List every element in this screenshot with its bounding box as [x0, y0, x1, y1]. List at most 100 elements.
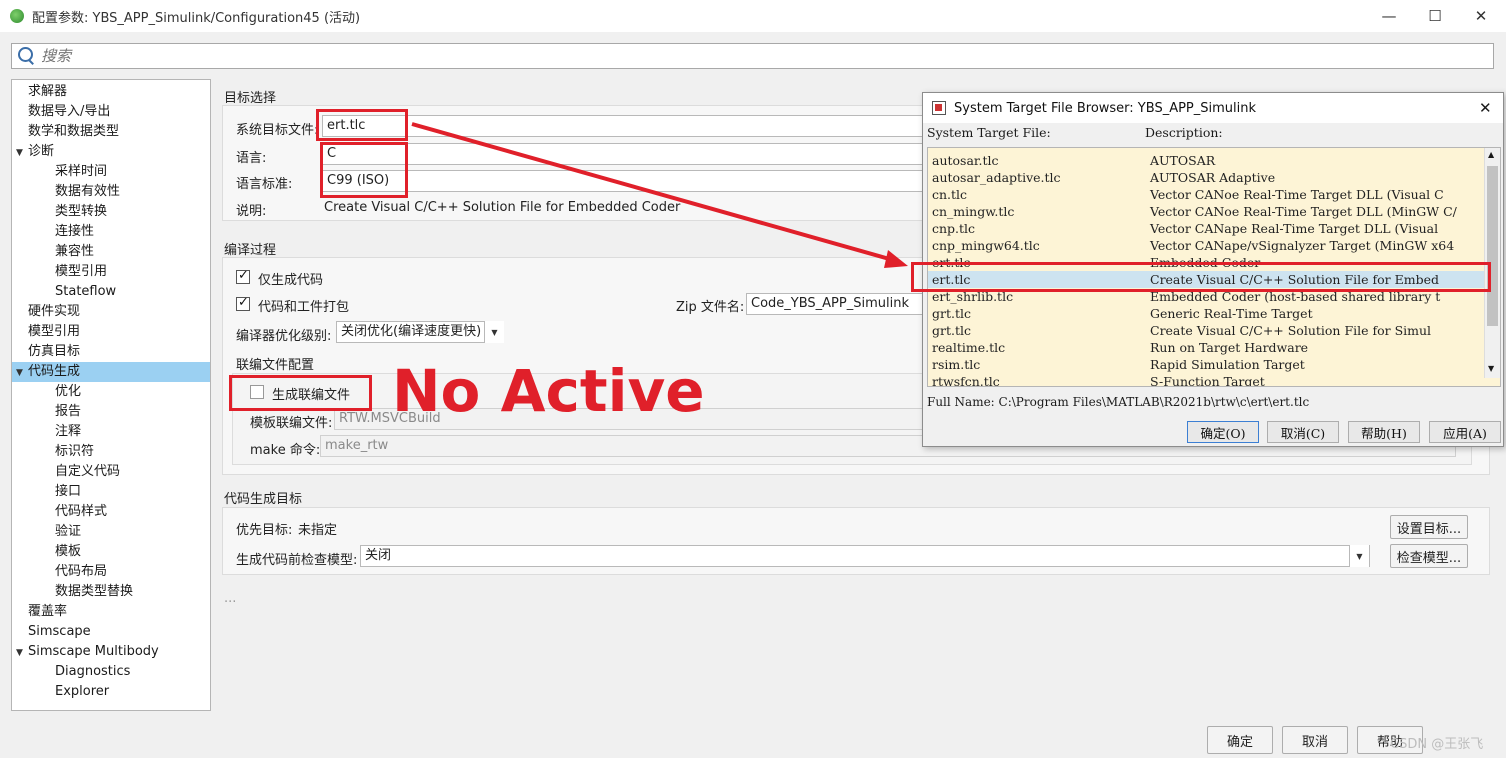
package-code-checkbox[interactable]: [236, 295, 250, 311]
tree-item[interactable]: 数学和数据类型: [12, 122, 210, 142]
expand-arrow-icon[interactable]: ▼: [16, 363, 28, 383]
expand-arrow-icon[interactable]: ▼: [16, 143, 28, 163]
tree-item[interactable]: 覆盖率: [12, 602, 210, 622]
expand-arrow-icon[interactable]: ▼: [16, 643, 28, 663]
list-item[interactable]: realtime.tlc Run on Target Hardware: [928, 339, 1486, 356]
tree-item-label: Explorer: [55, 684, 110, 699]
tree-item[interactable]: 连接性: [12, 222, 210, 242]
tree-item[interactable]: 数据导入/导出: [12, 102, 210, 122]
tree-item[interactable]: 自定义代码: [12, 462, 210, 482]
tree-item[interactable]: Explorer: [12, 682, 210, 702]
dialog-ok-button[interactable]: 确定(O): [1187, 421, 1259, 443]
list-item[interactable]: rsim.tlc Rapid Simulation Target: [928, 356, 1486, 373]
tree-item[interactable]: ▼ 代码生成: [12, 362, 210, 382]
tree-item[interactable]: 采样时间: [12, 162, 210, 182]
title-bar: 配置参数: YBS_APP_Simulink/Configuration45 (…: [0, 0, 1506, 32]
zip-file-field[interactable]: Code_YBS_APP_Simulink: [746, 293, 926, 315]
language-standard-field[interactable]: C99 (ISO): [322, 170, 926, 192]
tree-item[interactable]: 报告: [12, 402, 210, 422]
list-item[interactable]: cn.tlc Vector CANoe Real-Time Target DLL …: [928, 186, 1486, 203]
tree-item-label: 数学和数据类型: [28, 124, 120, 139]
description-label: 说明:: [236, 204, 267, 219]
tree-item-label: 报告: [55, 404, 82, 419]
more-ellipsis: ...: [224, 591, 237, 606]
tree-item[interactable]: 验证: [12, 522, 210, 542]
tree-item[interactable]: 模板: [12, 542, 210, 562]
list-item[interactable]: autosar.tlc AUTOSAR: [928, 152, 1486, 169]
tree-item-label: 模型引用: [28, 324, 81, 339]
list-item[interactable]: cnp.tlc Vector CANape Real-Time Target DL…: [928, 220, 1486, 237]
tree-item[interactable]: Simscape: [12, 622, 210, 642]
chevron-down-icon[interactable]: ▼: [484, 321, 504, 343]
chevron-down-icon[interactable]: ▼: [1349, 545, 1369, 567]
tree-item[interactable]: 接口: [12, 482, 210, 502]
tree-item[interactable]: 数据有效性: [12, 182, 210, 202]
tree-item-label: 仿真目标: [28, 344, 81, 359]
target-file-name: realtime.tlc: [932, 340, 1006, 355]
tree-item[interactable]: 注释: [12, 422, 210, 442]
list-item[interactable]: rtwsfcn.tlc S-Function Target: [928, 373, 1486, 386]
search-input[interactable]: [41, 47, 1441, 65]
dialog-cancel-button[interactable]: 取消(C): [1267, 421, 1339, 443]
check-model-select[interactable]: 关闭: [360, 545, 1370, 567]
annotation-box-makefile: [229, 375, 372, 411]
no-active-annotation: No Active: [392, 357, 705, 425]
tree-item[interactable]: 优化: [12, 382, 210, 402]
target-file-name: autosar.tlc: [932, 153, 999, 168]
tree-item[interactable]: 求解器: [12, 82, 210, 102]
tree-item-label: 连接性: [55, 224, 95, 239]
list-item[interactable]: cnp_mingw64.tlc Vector CANape/vSignalyzer…: [928, 237, 1486, 254]
generate-code-only-checkbox[interactable]: [236, 268, 250, 284]
list-item[interactable]: cn_mingw.tlc Vector CANoe Real-Time Targe…: [928, 203, 1486, 220]
cg-target-section-title: 代码生成目标: [224, 492, 303, 507]
set-objectives-button[interactable]: 设置目标...: [1390, 515, 1468, 539]
tree-item[interactable]: ▼ 诊断: [12, 142, 210, 162]
tree-item[interactable]: 仿真目标: [12, 342, 210, 362]
tree-item[interactable]: 数据类型替换: [12, 582, 210, 602]
tree-item[interactable]: Diagnostics: [12, 662, 210, 682]
list-item[interactable]: grt.tlc Generic Real-Time Target: [928, 305, 1486, 322]
tree-item[interactable]: 标识符: [12, 442, 210, 462]
ok-button[interactable]: 确定: [1207, 726, 1273, 754]
tree-item[interactable]: Stateflow: [12, 282, 210, 302]
minimize-button[interactable]: —: [1366, 0, 1412, 32]
stf-field[interactable]: ert.tlc: [322, 115, 926, 137]
check-model-button[interactable]: 检查模型...: [1390, 544, 1468, 568]
tree-item[interactable]: ▼ Simscape Multibody: [12, 642, 210, 662]
tree-item-label: Stateflow: [55, 284, 117, 299]
tree-item[interactable]: 模型引用: [12, 262, 210, 282]
tree-item-label: 兼容性: [55, 244, 95, 259]
target-file-name: cnp_mingw64.tlc: [932, 238, 1040, 253]
scroll-down-icon[interactable]: ▼: [1488, 364, 1494, 373]
target-file-description: Rapid Simulation Target: [1150, 357, 1305, 372]
scrollbar-thumb[interactable]: [1487, 166, 1498, 326]
compiler-opt-select[interactable]: 关闭优化(编译速度更快): [336, 321, 504, 343]
makefile-config-title: 联编文件配置: [236, 358, 315, 373]
dialog-close-button[interactable]: ✕: [1479, 99, 1492, 117]
tree-item-label: 数据有效性: [55, 184, 121, 199]
list-item[interactable]: autosar_adaptive.tlc AUTOSAR Adaptive: [928, 169, 1486, 186]
tree-item[interactable]: 模型引用: [12, 322, 210, 342]
list-item[interactable]: grt.tlc Create Visual C/C++ Solution File…: [928, 322, 1486, 339]
description-value: Create Visual C/C++ Solution File for Em…: [324, 200, 681, 215]
language-field[interactable]: C: [322, 143, 926, 165]
scroll-up-icon[interactable]: ▲: [1488, 150, 1494, 159]
tree-item[interactable]: 硬件实现: [12, 302, 210, 322]
category-tree: 求解器 数据导入/导出数学和数据类型 ▼ 诊断 采样时间数据有效性类型转换连接性兼容性模…: [11, 79, 211, 711]
dialog-apply-button[interactable]: 应用(A): [1429, 421, 1501, 443]
tree-item[interactable]: 兼容性: [12, 242, 210, 262]
tree-item[interactable]: 代码样式: [12, 502, 210, 522]
language-standard-label: 语言标准:: [236, 177, 293, 192]
dialog-title-bar: System Target File Browser: YBS_APP_Simu…: [923, 93, 1503, 123]
tree-item-label: Diagnostics: [55, 664, 131, 679]
target-file-description: AUTOSAR Adaptive: [1150, 170, 1276, 185]
tree-item[interactable]: 代码布局: [12, 562, 210, 582]
column-header-description: Description:: [1145, 125, 1223, 140]
dialog-help-button[interactable]: 帮助(H): [1348, 421, 1420, 443]
tree-item[interactable]: 类型转换: [12, 202, 210, 222]
close-button[interactable]: ✕: [1458, 0, 1504, 32]
maximize-button[interactable]: ☐: [1412, 0, 1458, 32]
cancel-button[interactable]: 取消: [1282, 726, 1348, 754]
zip-file-label: Zip 文件名:: [676, 300, 745, 315]
target-file-name: cn.tlc: [932, 187, 968, 202]
